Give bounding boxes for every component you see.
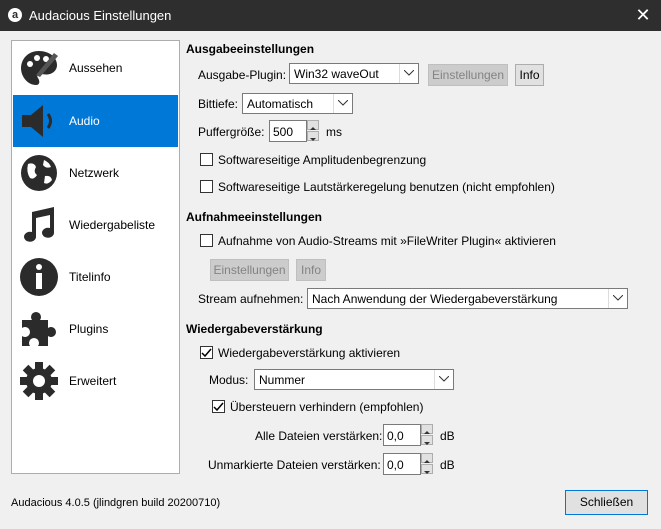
checkmark-icon bbox=[213, 402, 224, 412]
checkmark-icon bbox=[201, 348, 212, 358]
prevent-clip-checkbox[interactable] bbox=[212, 400, 225, 413]
bitdepth-label: Bittiefe: bbox=[198, 97, 239, 111]
chevron-down-icon bbox=[439, 376, 449, 382]
info-icon bbox=[20, 258, 58, 296]
soft-volume-label[interactable]: Softwareseitige Lautstärkeregelung benut… bbox=[218, 180, 555, 194]
record-stream-checkbox[interactable] bbox=[200, 234, 213, 247]
mode-select[interactable]: Nummer bbox=[254, 369, 454, 390]
untagged-gain-value: 0,0 bbox=[387, 458, 404, 472]
window-title: Audacious Einstellungen bbox=[29, 8, 172, 23]
sidebar-item-titelinfo[interactable]: Titelinfo bbox=[13, 251, 178, 303]
record-stream-label[interactable]: Aufnahme von Audio-Streams mit »FileWrit… bbox=[218, 234, 556, 248]
sidebar-item-label: Netzwerk bbox=[69, 166, 120, 180]
chevron-down-icon bbox=[338, 100, 348, 106]
sidebar-item-wiedergabeliste[interactable]: Wiedergabeliste bbox=[13, 199, 178, 251]
mode-label: Modus: bbox=[209, 373, 249, 387]
prevent-clip-label[interactable]: Übersteuern verhindern (empfohlen) bbox=[230, 400, 423, 414]
sidebar-item-label: Titelinfo bbox=[69, 270, 111, 284]
sidebar-item-plugins[interactable]: Plugins bbox=[13, 303, 178, 355]
untagged-gain-spinbox[interactable]: 0,0 bbox=[383, 453, 433, 475]
replaygain-enable-checkbox[interactable] bbox=[200, 346, 213, 359]
title-bar: a Audacious Einstellungen ✕ bbox=[0, 0, 661, 31]
soft-volume-checkbox[interactable] bbox=[200, 180, 213, 193]
replaygain-enable-label[interactable]: Wiedergabeverstärkung aktivieren bbox=[218, 346, 400, 360]
untagged-gain-label: Unmarkierte Dateien verstärken: bbox=[208, 458, 381, 472]
buffer-increment[interactable] bbox=[307, 120, 319, 130]
category-list: Aussehen Audio Netzwerk Wiedergabeliste … bbox=[11, 40, 180, 474]
all-files-gain-label: Alle Dateien verstärken: bbox=[255, 429, 383, 443]
stream-record-select[interactable]: Nach Anwendung der Wiedergabeverstärkung bbox=[307, 288, 628, 309]
chevron-down-icon bbox=[424, 442, 430, 445]
recording-info-button[interactable]: Info bbox=[296, 259, 326, 281]
untagged-gain-unit: dB bbox=[440, 458, 455, 472]
output-section-heading: Ausgabeeinstellungen bbox=[186, 42, 315, 56]
chevron-down-icon bbox=[310, 138, 316, 141]
sidebar-item-label: Erweitert bbox=[69, 374, 117, 388]
music-note-icon bbox=[24, 207, 54, 242]
output-plugin-select[interactable]: Win32 waveOut bbox=[289, 63, 419, 84]
all-files-gain-unit: dB bbox=[440, 429, 455, 443]
buffer-label: Puffergröße: bbox=[198, 125, 265, 139]
gear-icon bbox=[20, 362, 58, 400]
palette-icon bbox=[21, 51, 58, 85]
all-files-gain-spinbox[interactable]: 0,0 bbox=[383, 424, 433, 446]
buffer-value: 500 bbox=[273, 125, 294, 139]
sidebar-item-aussehen[interactable]: Aussehen bbox=[13, 42, 178, 94]
replaygain-section-heading: Wiedergabeverstärkung bbox=[186, 322, 323, 336]
all-files-gain-value: 0,0 bbox=[387, 429, 404, 443]
untagged-gain-decrement[interactable] bbox=[421, 464, 433, 474]
sidebar-item-label: Plugins bbox=[69, 322, 109, 336]
sidebar-item-erweitert[interactable]: Erweitert bbox=[13, 355, 178, 407]
buffer-spinbox[interactable]: 500 bbox=[269, 120, 319, 142]
sidebar-item-label: Audio bbox=[69, 114, 100, 128]
output-info-button[interactable]: Info bbox=[515, 64, 544, 86]
output-plugin-value: Win32 waveOut bbox=[294, 67, 379, 81]
soft-clip-label[interactable]: Softwareseitige Amplitudenbegrenzung bbox=[218, 153, 426, 167]
chevron-down-icon bbox=[613, 295, 623, 301]
recording-section-heading: Aufnahmeeinstellungen bbox=[186, 210, 323, 224]
output-settings-button[interactable]: Einstellungen bbox=[428, 64, 508, 86]
audacious-logo-icon: a bbox=[8, 8, 22, 22]
mode-value: Nummer bbox=[259, 373, 306, 387]
speaker-icon bbox=[22, 105, 52, 137]
sidebar-item-netzwerk[interactable]: Netzwerk bbox=[13, 147, 178, 199]
buffer-decrement[interactable] bbox=[307, 131, 319, 141]
chevron-down-icon bbox=[404, 70, 414, 76]
puzzle-icon bbox=[22, 312, 56, 346]
untagged-gain-increment[interactable] bbox=[421, 453, 433, 463]
globe-icon bbox=[21, 155, 57, 191]
all-files-gain-increment[interactable] bbox=[421, 424, 433, 434]
soft-clip-checkbox[interactable] bbox=[200, 153, 213, 166]
stream-record-label: Stream aufnehmen: bbox=[198, 292, 304, 306]
close-icon[interactable]: ✕ bbox=[625, 0, 661, 31]
recording-settings-button[interactable]: Einstellungen bbox=[210, 259, 289, 281]
close-button[interactable]: Schließen bbox=[565, 490, 648, 515]
sidebar-item-label: Wiedergabeliste bbox=[69, 218, 156, 232]
sidebar-item-label: Aussehen bbox=[69, 61, 123, 75]
buffer-unit: ms bbox=[326, 125, 342, 139]
output-plugin-label: Ausgabe-Plugin: bbox=[198, 68, 287, 82]
bitdepth-value: Automatisch bbox=[247, 97, 314, 111]
sidebar-item-audio[interactable]: Audio bbox=[13, 95, 178, 147]
bitdepth-select[interactable]: Automatisch bbox=[242, 93, 353, 114]
chevron-down-icon bbox=[424, 471, 430, 474]
stream-record-value: Nach Anwendung der Wiedergabeverstärkung bbox=[312, 292, 558, 306]
all-files-gain-decrement[interactable] bbox=[421, 435, 433, 445]
version-text: Audacious 4.0.5 (jlindgren build 2020071… bbox=[11, 497, 221, 509]
